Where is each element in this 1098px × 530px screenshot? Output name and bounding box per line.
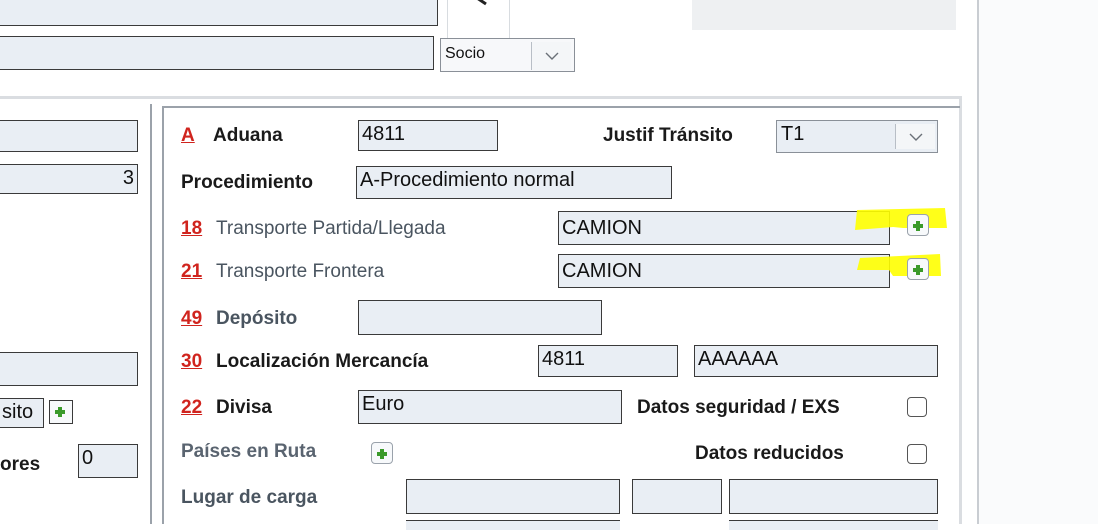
- left-transito-add-button[interactable]: [49, 400, 73, 424]
- justif-dropdown-button[interactable]: [895, 124, 935, 149]
- left-panel: 3 sito ores 0: [0, 104, 152, 524]
- lugar-carga-field-1[interactable]: [406, 479, 620, 514]
- justif-transito-select[interactable]: T1: [776, 120, 938, 153]
- localizacion-field-2[interactable]: AAAAAA: [694, 345, 938, 377]
- transporte-partida-add-button[interactable]: [907, 214, 929, 236]
- highlight-marks: [855, 208, 947, 276]
- transporte-frontera-code: 21: [181, 261, 203, 282]
- left-transito-field[interactable]: sito: [0, 398, 44, 428]
- deposito-code: 49: [181, 308, 203, 329]
- deposito-label: Depósito: [216, 308, 298, 329]
- socio-dropdown-button[interactable]: [531, 42, 571, 70]
- chevron-down-icon: [909, 133, 922, 141]
- divisa-label: Divisa: [216, 397, 272, 418]
- aduana-field[interactable]: 4811: [358, 120, 498, 151]
- datos-seguridad-checkbox[interactable]: [907, 397, 927, 417]
- left-field-b[interactable]: 3: [0, 164, 138, 194]
- next-row-field-2[interactable]: [729, 520, 938, 530]
- transporte-partida-field[interactable]: CAMION: [558, 211, 890, 245]
- chevron-down-icon: [545, 52, 558, 60]
- transporte-partida-label: Transporte Partida/Llegada: [216, 218, 446, 239]
- procedimiento-label: Procedimiento: [181, 172, 313, 193]
- transporte-frontera-add-button[interactable]: [907, 258, 929, 280]
- right-panel: [979, 0, 1098, 524]
- divisa-field[interactable]: Euro: [358, 390, 622, 424]
- lugar-carga-label: Lugar de carga: [181, 487, 318, 508]
- divisa-code: 22: [181, 397, 203, 418]
- lugar-carga-field-2[interactable]: [632, 479, 722, 514]
- datos-reducidos-label: Datos reducidos: [695, 443, 844, 464]
- aduana-label: Aduana: [213, 125, 283, 146]
- localizacion-label: Localización Mercancía: [216, 351, 429, 372]
- paises-ruta-add-button[interactable]: [371, 442, 393, 464]
- socio-select[interactable]: Socio: [440, 38, 575, 72]
- lugar-carga-field-3[interactable]: [729, 479, 938, 514]
- left-field-a[interactable]: [0, 120, 138, 152]
- left-field-c[interactable]: [0, 352, 138, 386]
- justif-transito-label: Justif Tránsito: [603, 125, 733, 146]
- left-errores-field[interactable]: 0: [78, 444, 138, 478]
- socio-select-value: Socio: [445, 45, 486, 62]
- next-row-field-1[interactable]: [406, 520, 620, 530]
- transporte-frontera-label: Transporte Frontera: [216, 261, 385, 282]
- localizacion-code: 30: [181, 351, 203, 372]
- datos-seguridad-label: Datos seguridad / EXS: [637, 397, 840, 418]
- transporte-frontera-field[interactable]: CAMION: [558, 254, 890, 288]
- justif-transito-value: T1: [781, 123, 805, 145]
- deposito-field[interactable]: [358, 300, 602, 335]
- panel-top-border: [0, 96, 962, 99]
- transporte-partida-code: 18: [181, 218, 203, 239]
- top-text-field-1[interactable]: [0, 0, 438, 26]
- procedimiento-field[interactable]: A-Procedimiento normal: [356, 166, 672, 199]
- left-errores-label: ores: [0, 454, 41, 475]
- top-text-field-2[interactable]: [0, 36, 434, 70]
- paises-ruta-label: Países en Ruta: [181, 441, 317, 462]
- top-right-gray-bar: [692, 0, 956, 30]
- aduana-code: A: [181, 125, 195, 146]
- localizacion-field-1[interactable]: 4811: [538, 345, 678, 377]
- search-icon: [477, 0, 487, 6]
- datos-reducidos-checkbox[interactable]: [907, 444, 927, 464]
